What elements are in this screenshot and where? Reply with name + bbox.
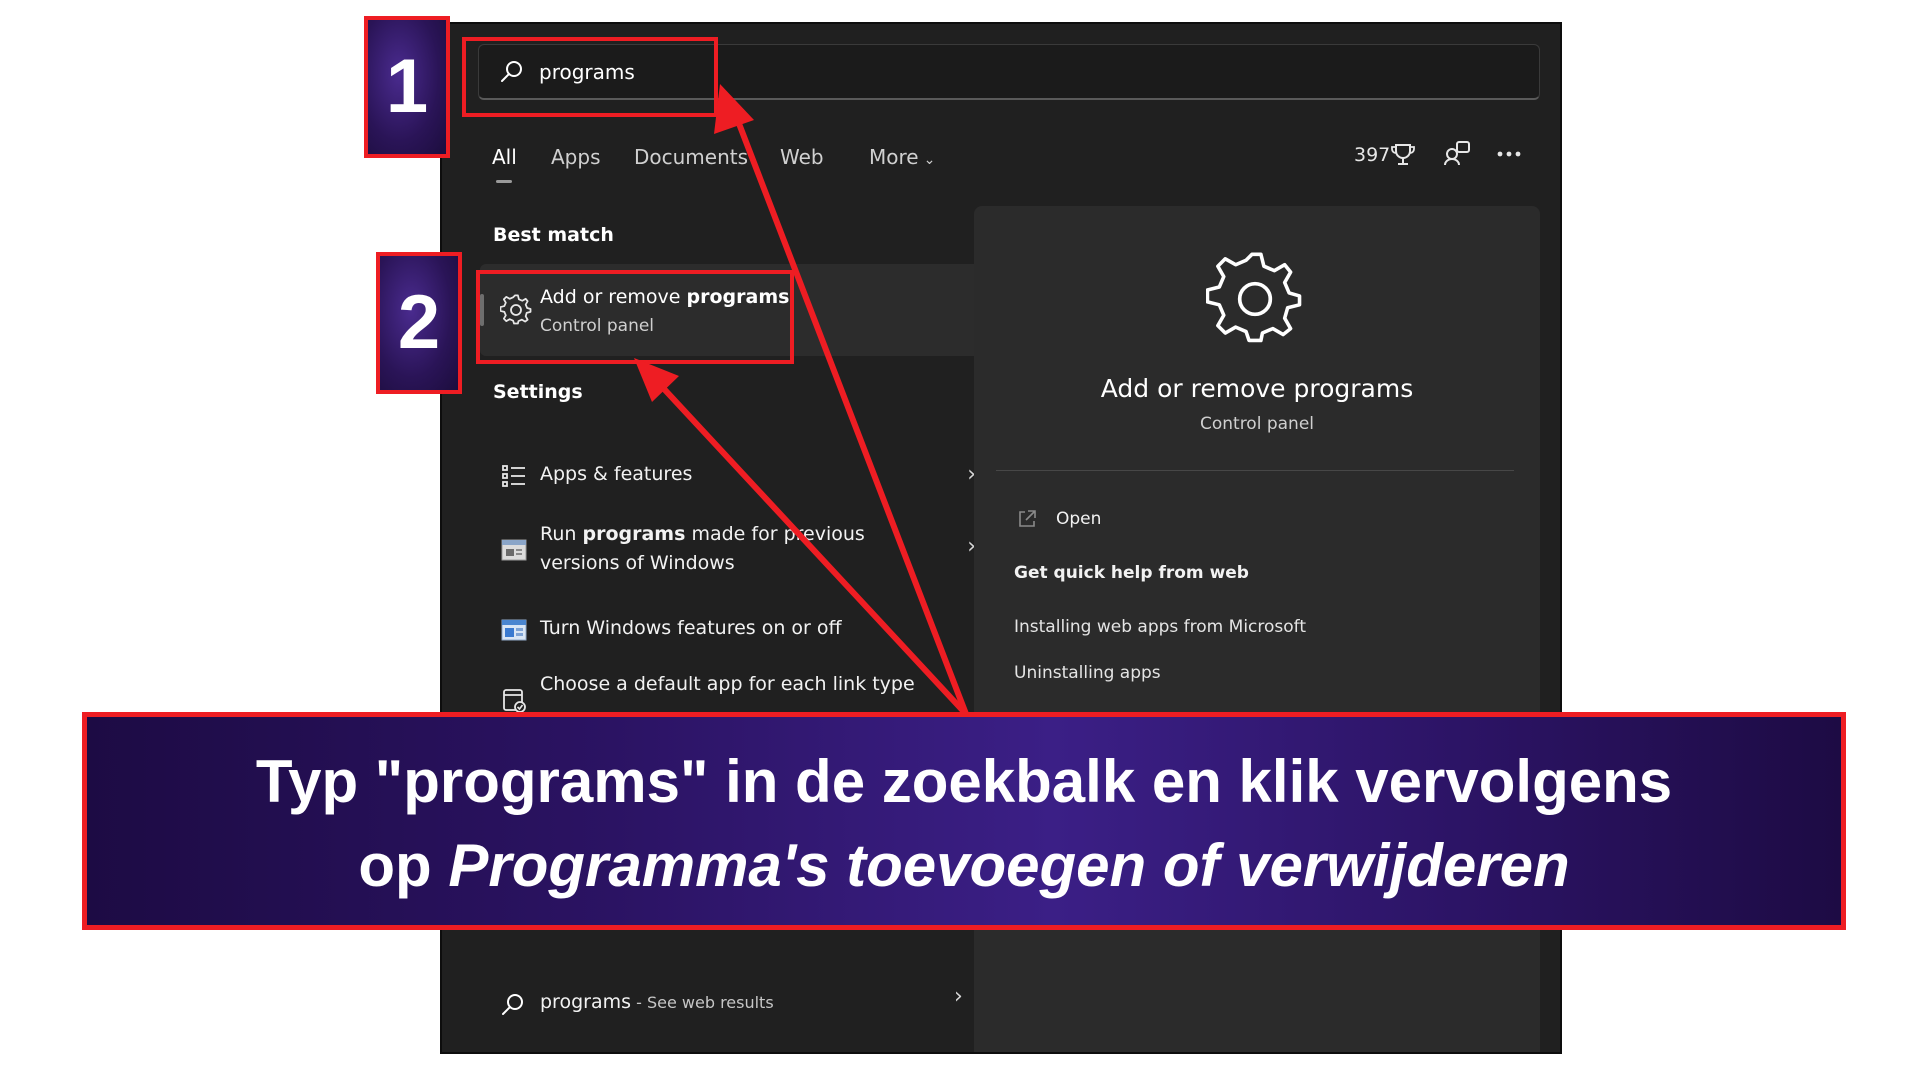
instruction-caption: Typ "programs" in de zoekbalk en klik ve… (82, 712, 1846, 930)
arrow-to-search (730, 105, 969, 717)
caption-line-1: Typ "programs" in de zoekbalk en klik ve… (255, 748, 1673, 815)
arrow-head (714, 84, 754, 134)
caption-line-2: op Programma's toevoegen of verwijderen (358, 832, 1570, 899)
arrow-to-result (649, 373, 969, 717)
